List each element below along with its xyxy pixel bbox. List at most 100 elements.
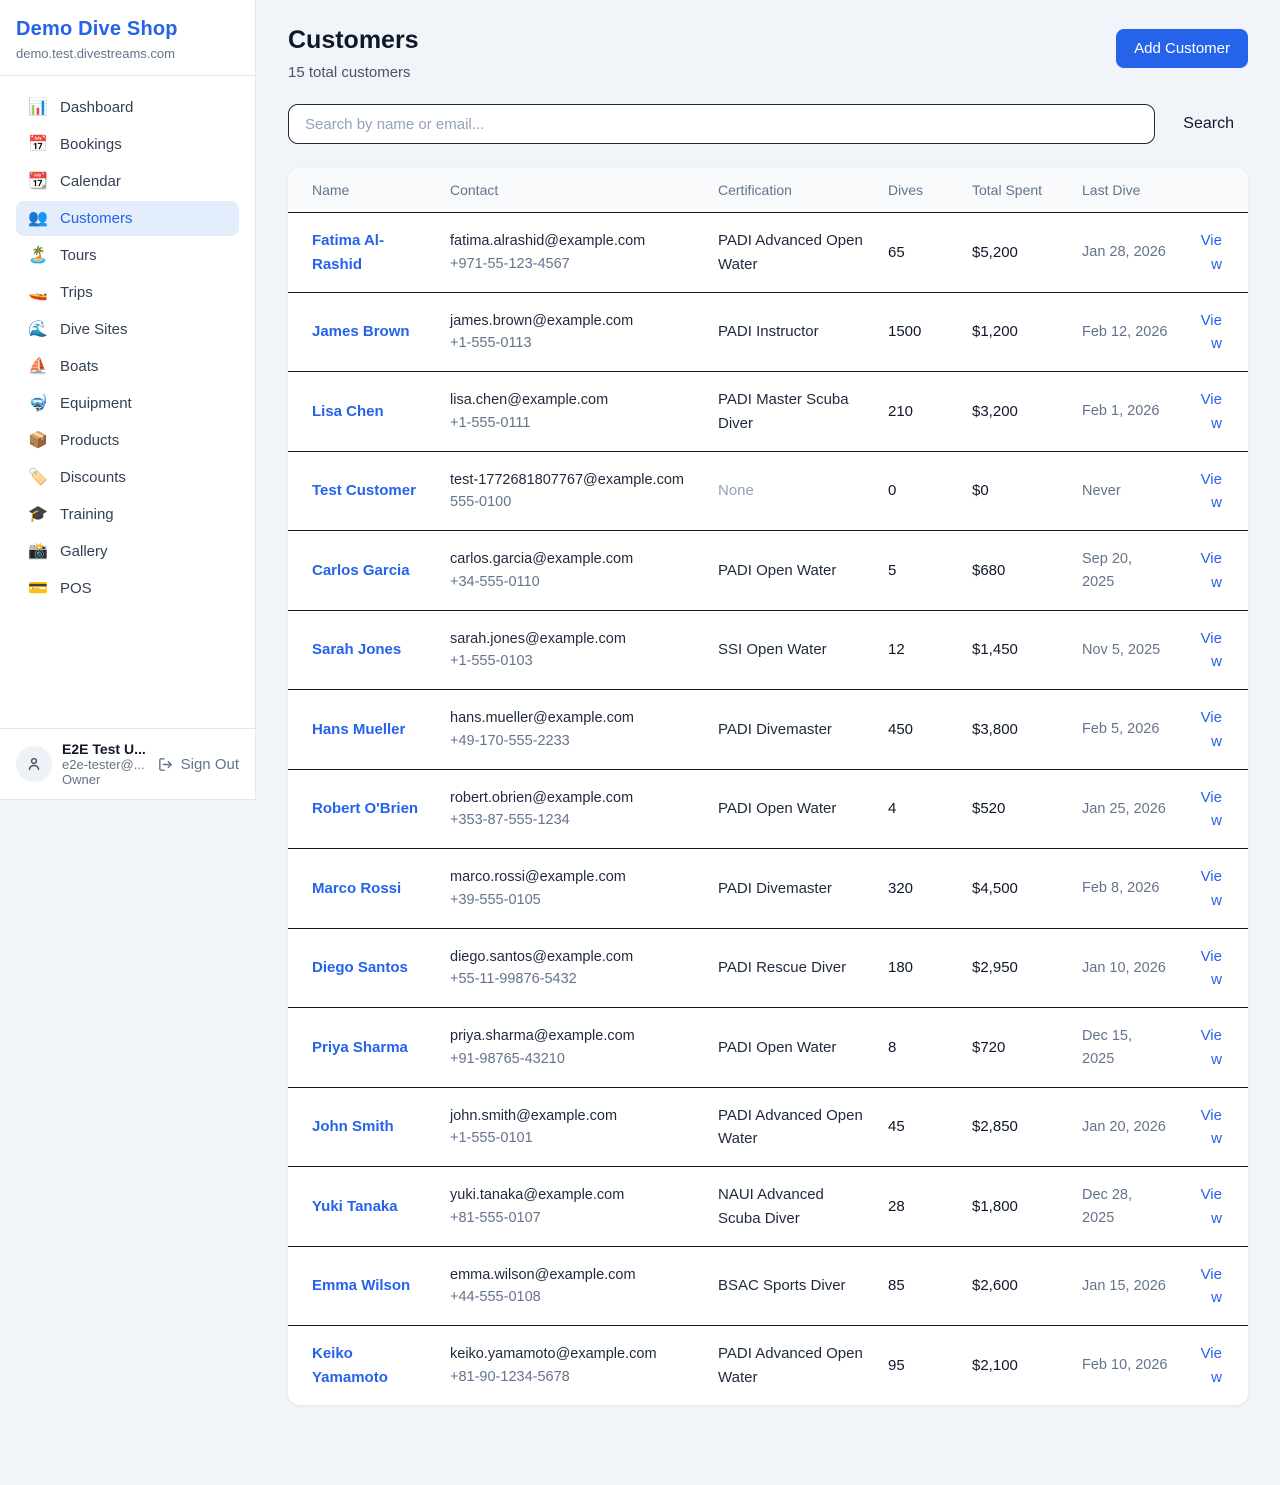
sidebar-item-calendar[interactable]: 📆Calendar — [16, 164, 239, 199]
view-customer-link[interactable]: View — [1201, 1107, 1222, 1147]
view-customer-link[interactable]: View — [1201, 1345, 1222, 1385]
sidebar-item-bookings[interactable]: 📅Bookings — [16, 127, 239, 162]
page-header: Customers 15 total customers Add Custome… — [288, 26, 1248, 81]
sidebar-item-label: Tours — [60, 247, 97, 264]
table-row: Fatima Al-Rashid fatima.alrashid@example… — [288, 213, 1248, 293]
customer-dives: 0 — [876, 451, 960, 531]
customer-name-link[interactable]: Diego Santos — [312, 956, 408, 979]
view-customer-link[interactable]: View — [1201, 471, 1222, 511]
view-customer-link[interactable]: View — [1201, 868, 1222, 908]
sidebar-item-boats[interactable]: ⛵Boats — [16, 349, 239, 384]
customer-email: yuki.tanaka@example.com — [450, 1184, 694, 1206]
sidebar-item-label: Products — [60, 432, 119, 449]
col-last-dive: Last Dive — [1070, 168, 1180, 213]
customer-total-spent: $2,600 — [960, 1246, 1070, 1326]
customer-name-link[interactable]: Priya Sharma — [312, 1036, 408, 1059]
customer-name-link[interactable]: Fatima Al-Rashid — [312, 229, 426, 276]
search-button[interactable]: Search — [1183, 115, 1234, 133]
customer-phone: +39-555-0105 — [450, 889, 694, 911]
view-customer-link[interactable]: View — [1201, 312, 1222, 352]
search-input[interactable] — [288, 104, 1155, 144]
customer-name-link[interactable]: Carlos Garcia — [312, 559, 410, 582]
sidebar-item-trips[interactable]: 🚤 Trips — [16, 275, 239, 310]
view-customer-link[interactable]: View — [1201, 232, 1222, 272]
customer-email: sarah.jones@example.com — [450, 628, 694, 650]
sidebar-item-label: Dive Sites — [60, 321, 128, 338]
customer-name-link[interactable]: James Brown — [312, 320, 410, 343]
sidebar-item-label: Trips — [60, 284, 93, 301]
sign-out-label: Sign Out — [181, 756, 239, 773]
sidebar-item-discounts[interactable]: 🏷️ Discounts — [16, 460, 239, 495]
sidebar-item-label: Discounts — [60, 469, 126, 486]
trips-icon: 🚤 — [28, 285, 48, 301]
sidebar-item-pos[interactable]: 💳POS — [16, 571, 239, 606]
customer-name-link[interactable]: Test Customer — [312, 479, 416, 502]
customer-name-link[interactable]: Robert O'Brien — [312, 797, 418, 820]
customer-certification: PADI Divemaster — [706, 690, 876, 770]
customer-phone: +1-555-0113 — [450, 332, 694, 354]
customer-email: hans.mueller@example.com — [450, 707, 694, 729]
customer-name-link[interactable]: Lisa Chen — [312, 400, 384, 423]
sidebar-item-dashboard[interactable]: 📊Dashboard — [16, 90, 239, 125]
customer-name-link[interactable]: Emma Wilson — [312, 1274, 410, 1297]
view-customer-link[interactable]: View — [1201, 789, 1222, 829]
view-customer-link[interactable]: View — [1201, 550, 1222, 590]
customer-name-link[interactable]: Keiko Yamamoto — [312, 1342, 426, 1389]
customers-icon: 👥 — [28, 211, 48, 227]
customer-name-link[interactable]: Hans Mueller — [312, 718, 405, 741]
sidebar-item-customers[interactable]: 👥Customers — [16, 201, 239, 236]
sidebar-item-label: Dashboard — [60, 99, 133, 116]
sidebar-item-products[interactable]: 📦Products — [16, 423, 239, 458]
customer-name-link[interactable]: Marco Rossi — [312, 877, 401, 900]
view-customer-link[interactable]: View — [1201, 630, 1222, 670]
sidebar-item-equipment[interactable]: 🤿Equipment — [16, 386, 239, 421]
customer-certification: PADI Divemaster — [706, 849, 876, 929]
add-customer-button[interactable]: Add Customer — [1116, 29, 1248, 68]
customer-last-dive: Feb 5, 2026 — [1070, 690, 1180, 770]
col-certification: Certification — [706, 168, 876, 213]
customer-last-dive: Feb 1, 2026 — [1070, 372, 1180, 452]
table-row: Emma Wilson emma.wilson@example.com+44-5… — [288, 1246, 1248, 1326]
table-row: Marco Rossi marco.rossi@example.com+39-5… — [288, 849, 1248, 929]
discounts-icon: 🏷️ — [28, 470, 48, 486]
customer-certification: BSAC Sports Diver — [706, 1246, 876, 1326]
view-customer-link[interactable]: View — [1201, 709, 1222, 749]
customer-total-spent: $5,200 — [960, 213, 1070, 293]
customer-certification: NAUI Advanced Scuba Diver — [706, 1167, 876, 1247]
sidebar-item-tours[interactable]: 🏝️ Tours — [16, 238, 239, 273]
avatar — [16, 746, 52, 782]
sidebar-item-training[interactable]: 🎓Training — [16, 497, 239, 532]
table-row: Diego Santos diego.santos@example.com+55… — [288, 928, 1248, 1008]
customer-dives: 65 — [876, 213, 960, 293]
customer-name-link[interactable]: Yuki Tanaka — [312, 1195, 398, 1218]
sidebar-item-label: Boats — [60, 358, 98, 375]
view-customer-link[interactable]: View — [1201, 391, 1222, 431]
sidebar-item-dive-sites[interactable]: 🌊Dive Sites — [16, 312, 239, 347]
calendar-icon: 📆 — [28, 174, 48, 190]
customer-dives: 450 — [876, 690, 960, 770]
customer-email: fatima.alrashid@example.com — [450, 230, 694, 252]
shop-header: Demo Dive Shop demo.test.divestreams.com — [0, 0, 255, 76]
customer-phone: +34-555-0110 — [450, 571, 694, 593]
sign-out-icon — [157, 756, 174, 773]
customer-name-link[interactable]: John Smith — [312, 1115, 394, 1138]
sign-out-button[interactable]: Sign Out — [157, 756, 239, 773]
customer-name-link[interactable]: Sarah Jones — [312, 638, 401, 661]
tours-icon: 🏝️ — [28, 248, 48, 264]
view-customer-link[interactable]: View — [1201, 1186, 1222, 1226]
customer-dives: 85 — [876, 1246, 960, 1326]
customer-email: priya.sharma@example.com — [450, 1025, 694, 1047]
view-customer-link[interactable]: View — [1201, 1266, 1222, 1306]
sidebar-item-gallery[interactable]: 📸Gallery — [16, 534, 239, 569]
customer-phone: +971-55-123-4567 — [450, 253, 694, 275]
customer-email: robert.obrien@example.com — [450, 787, 694, 809]
view-customer-link[interactable]: View — [1201, 1027, 1222, 1067]
customer-certification: PADI Advanced Open Water — [706, 1326, 876, 1405]
customer-dives: 180 — [876, 928, 960, 1008]
customer-email: diego.santos@example.com — [450, 946, 694, 968]
view-customer-link[interactable]: View — [1201, 948, 1222, 988]
customer-dives: 95 — [876, 1326, 960, 1405]
table-row: John Smith john.smith@example.com+1-555-… — [288, 1087, 1248, 1167]
customer-phone: +49-170-555-2233 — [450, 730, 694, 752]
customer-last-dive: Jan 25, 2026 — [1070, 769, 1180, 849]
